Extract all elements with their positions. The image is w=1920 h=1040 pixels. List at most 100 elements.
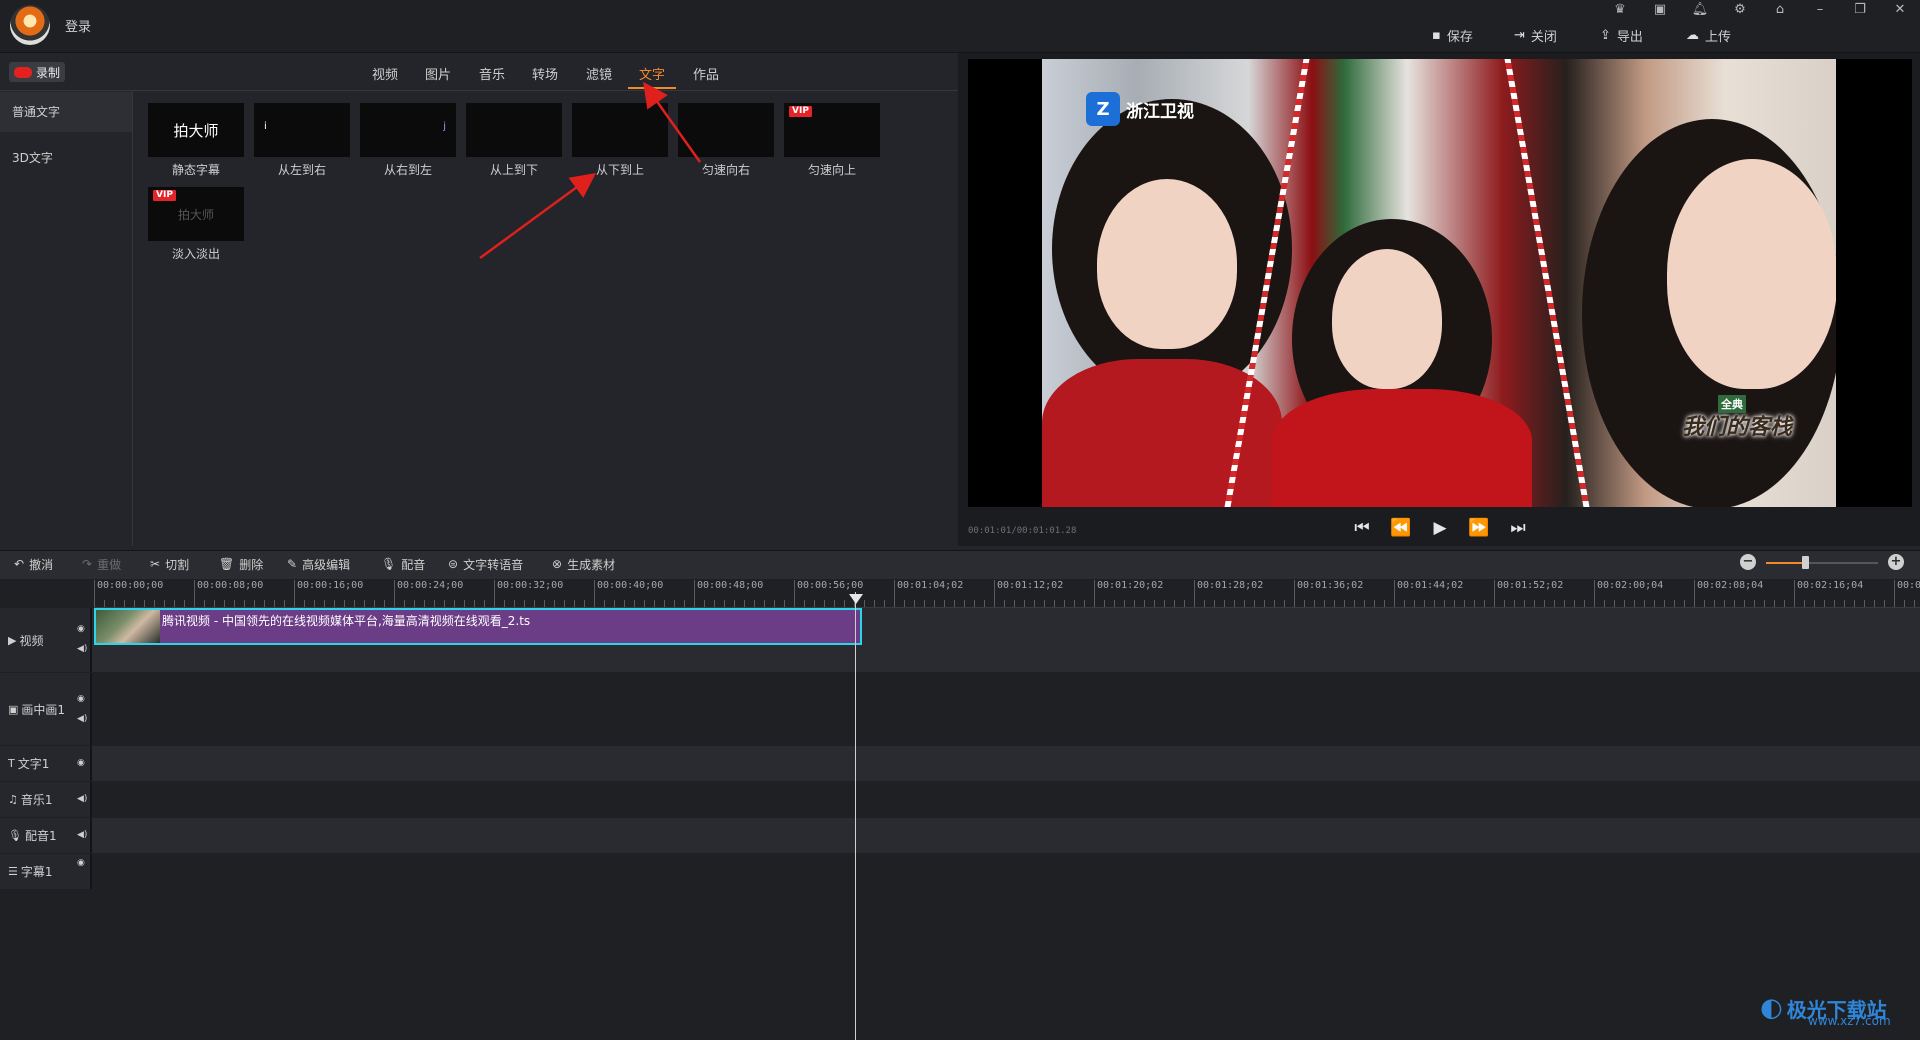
- zoom-slider-handle[interactable]: [1802, 556, 1810, 569]
- channel-logo-text: 浙江卫视: [1126, 101, 1194, 122]
- track-row-pip[interactable]: [0, 673, 1920, 745]
- step-back-icon: ⏪: [1390, 518, 1412, 538]
- arrow-to-bottom-to-top: [479, 173, 597, 260]
- ruler-tick-label: 00:00:48;00: [694, 580, 763, 607]
- clip-thumbnail: [96, 610, 160, 643]
- show-logo: 全典 我们的客栈: [1682, 395, 1793, 469]
- microphone-icon: 🎙︎: [8, 829, 22, 842]
- text-to-speech-label: 文字转语音: [463, 557, 524, 572]
- crown-icon[interactable]: ♛: [1610, 2, 1630, 18]
- undo-label: 撤消: [29, 557, 54, 572]
- redo-button[interactable]: ↷ 重做: [82, 556, 121, 572]
- track-row-subtitle[interactable]: [0, 854, 1920, 889]
- volume-icon[interactable]: ◀): [77, 794, 87, 804]
- show-badge: 全典: [1718, 395, 1746, 413]
- upload-icon: ☁: [1686, 27, 1699, 43]
- delete-label: 删除: [239, 557, 264, 572]
- visibility-eye-icon[interactable]: ◉: [77, 758, 85, 768]
- zoom-in-button[interactable]: +: [1888, 554, 1904, 570]
- visibility-eye-icon[interactable]: ◉: [77, 624, 85, 634]
- ruler-tick-label: 00:01:44;02: [1394, 580, 1463, 607]
- track-label-video: ▶ 视频: [0, 608, 92, 672]
- ruler-tick-label: 00:01:28;02: [1194, 580, 1263, 607]
- advanced-edit-label: 高级编辑: [302, 557, 351, 572]
- ruler-tick-label: 00:02:: [1894, 580, 1920, 607]
- music-icon: ♫: [8, 793, 18, 806]
- undo-button[interactable]: ↶ 撤消: [14, 556, 53, 572]
- annotation-arrows: [479, 81, 702, 260]
- close-icon[interactable]: ✕: [1890, 2, 1910, 18]
- skip-to-end-button[interactable]: ⏭: [1506, 518, 1530, 540]
- playhead-line[interactable]: [855, 592, 856, 1040]
- subtitle-icon: ☰: [8, 865, 18, 878]
- zoom-slider-fill: [1766, 562, 1806, 564]
- next-frame-button[interactable]: ⏩: [1467, 518, 1491, 540]
- step-forward-icon: ⏩: [1468, 518, 1490, 538]
- zoom-out-button[interactable]: −: [1740, 554, 1756, 570]
- save-button[interactable]: ▪ 保存: [1432, 26, 1473, 45]
- ruler-tick-label: 00:01:36;02: [1294, 580, 1363, 607]
- close-project-button[interactable]: ⇥ 关闭: [1514, 26, 1557, 45]
- ruler-tick-label: 00:02:08;04: [1694, 580, 1763, 607]
- figure-middle-coat: [1272, 389, 1532, 507]
- upload-button[interactable]: ☁ 上传: [1686, 26, 1731, 45]
- minimize-icon[interactable]: –: [1810, 2, 1830, 18]
- video-preview[interactable]: Z 浙江卫视 全典 我们的客栈: [968, 59, 1912, 507]
- generate-icon: ⊗: [552, 557, 563, 571]
- channel-logo: Z 浙江卫视: [1086, 89, 1206, 129]
- visibility-eye-icon[interactable]: ◉: [77, 858, 85, 868]
- pip-icon: ▣: [8, 702, 19, 716]
- redo-label: 重做: [97, 557, 122, 572]
- ruler-tick-label: 00:00:16;00: [294, 580, 363, 607]
- preview-timecode: 00:01:01/00:01:01.28: [968, 526, 1077, 536]
- export-button[interactable]: ⇪ 导出: [1600, 26, 1643, 45]
- volume-icon[interactable]: ◀): [77, 714, 87, 724]
- ruler-tick-label: 00:00:40;00: [594, 580, 663, 607]
- ruler-tick-label: 00:02:00;04: [1594, 580, 1663, 607]
- play-button[interactable]: ▶: [1428, 518, 1452, 540]
- cut-button[interactable]: ✂ 切割: [150, 556, 189, 572]
- ruler-tick-label: 00:01:20;02: [1094, 580, 1163, 607]
- save-label: 保存: [1446, 29, 1473, 45]
- skip-start-icon: ⏮: [1354, 518, 1370, 538]
- clip-title: 腾讯视频 - 中国领先的在线视频媒体平台,海量高清视频在线观看_2.ts: [162, 614, 531, 628]
- export-label: 导出: [1616, 29, 1643, 45]
- ruler-tick-label: 00:01:12;02: [994, 580, 1063, 607]
- dubbing-button[interactable]: 🎙︎ 配音: [381, 556, 425, 572]
- show-logo-text: 我们的客栈: [1682, 415, 1793, 440]
- ruler-tick-label: 00:01:52;02: [1494, 580, 1563, 607]
- play-window-icon[interactable]: ▣: [1650, 2, 1670, 18]
- ruler-tick-label: 00:00:08;00: [194, 580, 263, 607]
- playhead-handle[interactable]: [849, 594, 863, 604]
- track-name: 视频: [19, 633, 44, 648]
- video-frame: Z 浙江卫视 全典 我们的客栈: [1042, 59, 1836, 507]
- volume-icon[interactable]: ◀): [77, 644, 87, 654]
- undo-icon: ↶: [14, 557, 25, 571]
- video-icon: ▶: [8, 633, 17, 647]
- previous-frame-button[interactable]: ⏪: [1389, 518, 1413, 540]
- figure-left-face: [1097, 179, 1237, 349]
- track-name: 字幕1: [20, 865, 53, 879]
- track-name: 文字1: [17, 757, 50, 771]
- skip-to-start-button[interactable]: ⏮: [1350, 518, 1374, 540]
- volume-icon[interactable]: ◀): [77, 830, 87, 840]
- text-to-speech-button[interactable]: ⊜ 文字转语音: [448, 556, 523, 572]
- ruler-tick-label: 00:00:24;00: [394, 580, 463, 607]
- generate-material-button[interactable]: ⊗ 生成素材: [552, 556, 615, 572]
- bell-icon[interactable]: 🔔︎: [1690, 2, 1710, 18]
- track-row-dubbing[interactable]: [0, 818, 1920, 853]
- advanced-edit-button[interactable]: ✎ 高级编辑: [287, 556, 350, 572]
- text-to-speech-icon: ⊜: [448, 557, 459, 571]
- gear-icon[interactable]: ⚙: [1730, 2, 1750, 18]
- track-row-text[interactable]: [0, 746, 1920, 781]
- pencil-icon: ✎: [287, 557, 298, 571]
- arrow-to-text-tab: [643, 81, 702, 163]
- text-icon: T: [8, 757, 15, 770]
- restore-icon[interactable]: ❐: [1850, 2, 1870, 18]
- home-icon[interactable]: ⌂: [1770, 2, 1790, 18]
- visibility-eye-icon[interactable]: ◉: [77, 694, 85, 704]
- track-row-music[interactable]: [0, 782, 1920, 817]
- delete-button[interactable]: 🗑︎ 删除: [219, 556, 263, 572]
- channel-logo-icon: Z: [1086, 92, 1120, 126]
- track-name: 配音1: [24, 829, 57, 843]
